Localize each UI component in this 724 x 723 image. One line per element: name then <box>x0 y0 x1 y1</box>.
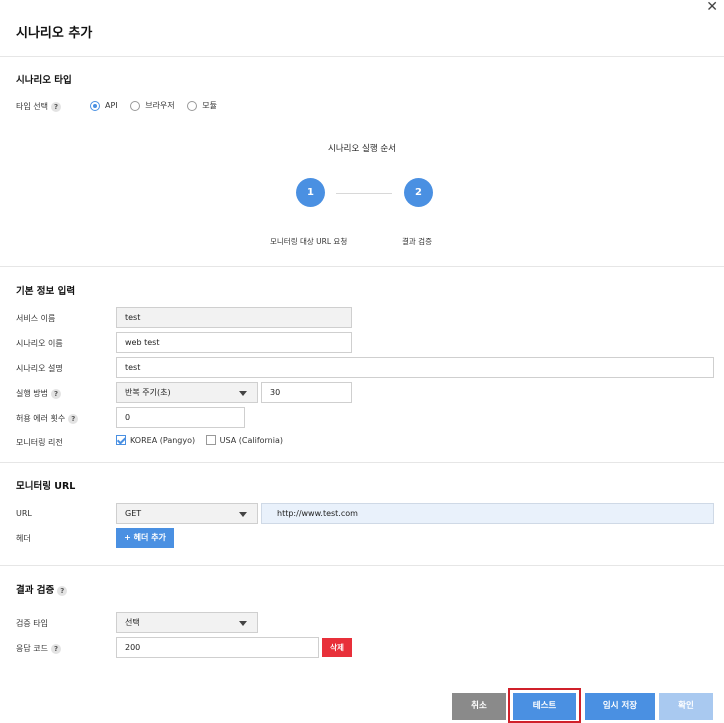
type-select-label-text: 타입 선택 <box>16 102 48 111</box>
radio-api[interactable] <box>90 100 100 111</box>
test-button[interactable]: 테스트 <box>513 693 576 720</box>
divider <box>0 462 724 463</box>
step-1-circle: 1 <box>296 178 325 207</box>
chevron-down-icon <box>239 512 247 517</box>
radio-api-label: API <box>105 101 118 110</box>
url-label: URL <box>16 509 32 518</box>
basic-info-title: 기본 정보 입력 <box>16 286 76 297</box>
monitoring-url-title: 모니터링 URL <box>16 481 76 492</box>
service-name-field[interactable]: test <box>116 307 352 328</box>
url-input[interactable]: http://www.test.com <box>261 503 714 524</box>
exec-method-label-text: 실행 방법 <box>16 389 48 398</box>
radio-module[interactable] <box>187 100 198 111</box>
error-count-label-text: 허용 에러 횟수 <box>16 414 66 423</box>
close-icon[interactable]: ✕ <box>706 0 718 14</box>
response-code-label-text: 응답 코드 <box>16 644 48 653</box>
confirm-button[interactable]: 확인 <box>659 693 713 720</box>
type-radio-group: API 브라우저 모듈 <box>90 100 227 111</box>
response-code-input[interactable]: 200 <box>116 637 319 658</box>
step-2-label: 결과 검증 <box>402 237 432 246</box>
header-label: 헤더 <box>16 534 31 543</box>
region-korea-checkbox[interactable] <box>116 435 126 445</box>
exec-interval-input[interactable]: 30 <box>261 382 352 403</box>
radio-browser[interactable] <box>130 100 141 111</box>
response-code-label: 응답 코드? <box>16 643 61 654</box>
error-count-input[interactable]: 0 <box>116 407 245 428</box>
region-usa-checkbox[interactable] <box>205 435 216 445</box>
scenario-type-title: 시나리오 타입 <box>16 75 72 86</box>
check-type-select[interactable]: 선택 <box>116 612 258 633</box>
step-connector <box>336 193 392 194</box>
exec-method-value: 반복 주기(초) <box>125 388 171 397</box>
divider <box>0 56 724 57</box>
region-checkbox-group: KOREA (Pangyo) USA (California) <box>116 435 291 445</box>
help-icon[interactable]: ? <box>68 413 79 424</box>
chevron-down-icon <box>239 621 247 626</box>
step-2-circle: 2 <box>404 178 433 207</box>
chevron-down-icon <box>239 391 247 396</box>
http-method-value: GET <box>125 509 142 518</box>
dialog-title: 시나리오 추가 <box>16 26 93 41</box>
help-icon[interactable]: ? <box>50 101 61 112</box>
region-usa-label: USA (California) <box>219 435 283 445</box>
step-1-label: 모니터링 대상 URL 요청 <box>270 237 348 246</box>
divider <box>0 266 724 267</box>
type-select-label: 타입 선택? <box>16 101 61 112</box>
add-header-button[interactable]: + 헤더 추가 <box>116 528 174 548</box>
service-name-label: 서비스 이름 <box>16 314 56 323</box>
result-check-title-text: 결과 검증 <box>16 585 55 596</box>
check-type-label: 검증 타입 <box>16 619 48 628</box>
exec-method-label: 실행 방법? <box>16 388 61 399</box>
cancel-button[interactable]: 취소 <box>452 693 506 720</box>
help-icon[interactable]: ? <box>57 585 68 596</box>
scenario-desc-input[interactable]: test <box>116 357 714 378</box>
scenario-desc-label: 시나리오 설명 <box>16 364 63 373</box>
temp-save-button[interactable]: 임시 저장 <box>585 693 655 720</box>
radio-browser-label: 브라우저 <box>145 101 175 110</box>
region-korea-label: KOREA (Pangyo) <box>130 435 196 445</box>
region-label: 모니터링 리전 <box>16 438 63 447</box>
delete-button[interactable]: 삭제 <box>322 638 352 657</box>
help-icon[interactable]: ? <box>50 388 61 399</box>
scenario-name-input[interactable]: web test <box>116 332 352 353</box>
exec-method-select[interactable]: 반복 주기(초) <box>116 382 258 403</box>
http-method-select[interactable]: GET <box>116 503 258 524</box>
radio-module-label: 모듈 <box>202 101 217 110</box>
check-type-value: 선택 <box>125 618 140 627</box>
error-count-label: 허용 에러 횟수? <box>16 413 79 424</box>
steps-title: 시나리오 실행 순서 <box>328 144 396 154</box>
result-check-title: 결과 검증? <box>16 582 68 596</box>
help-icon[interactable]: ? <box>50 643 61 654</box>
divider <box>0 565 724 566</box>
scenario-name-label: 시나리오 이름 <box>16 339 63 348</box>
